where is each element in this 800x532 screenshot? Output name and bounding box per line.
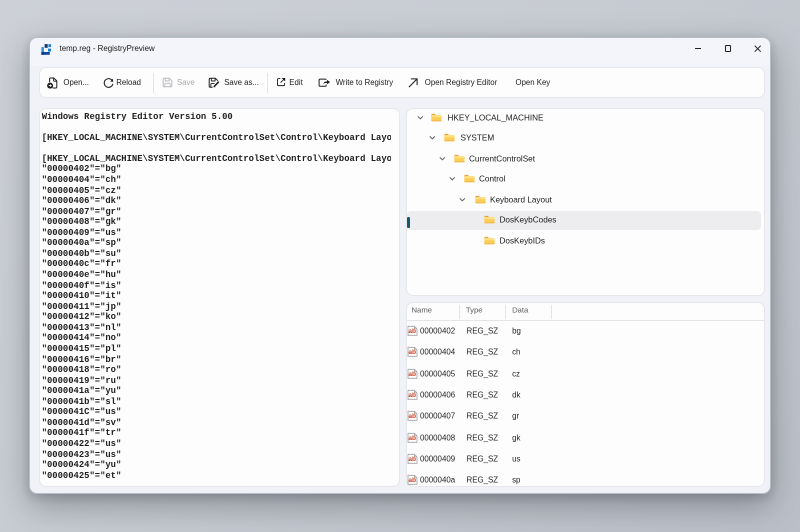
svg-text:ab: ab — [408, 371, 416, 378]
svg-text:ab: ab — [408, 456, 416, 463]
svg-text:ab: ab — [408, 350, 416, 357]
svg-text:ab: ab — [408, 414, 416, 421]
svg-text:ab: ab — [408, 477, 416, 484]
svg-text:ab: ab — [408, 328, 416, 335]
svg-text:ab: ab — [408, 392, 416, 399]
svg-text:ab: ab — [408, 435, 416, 442]
